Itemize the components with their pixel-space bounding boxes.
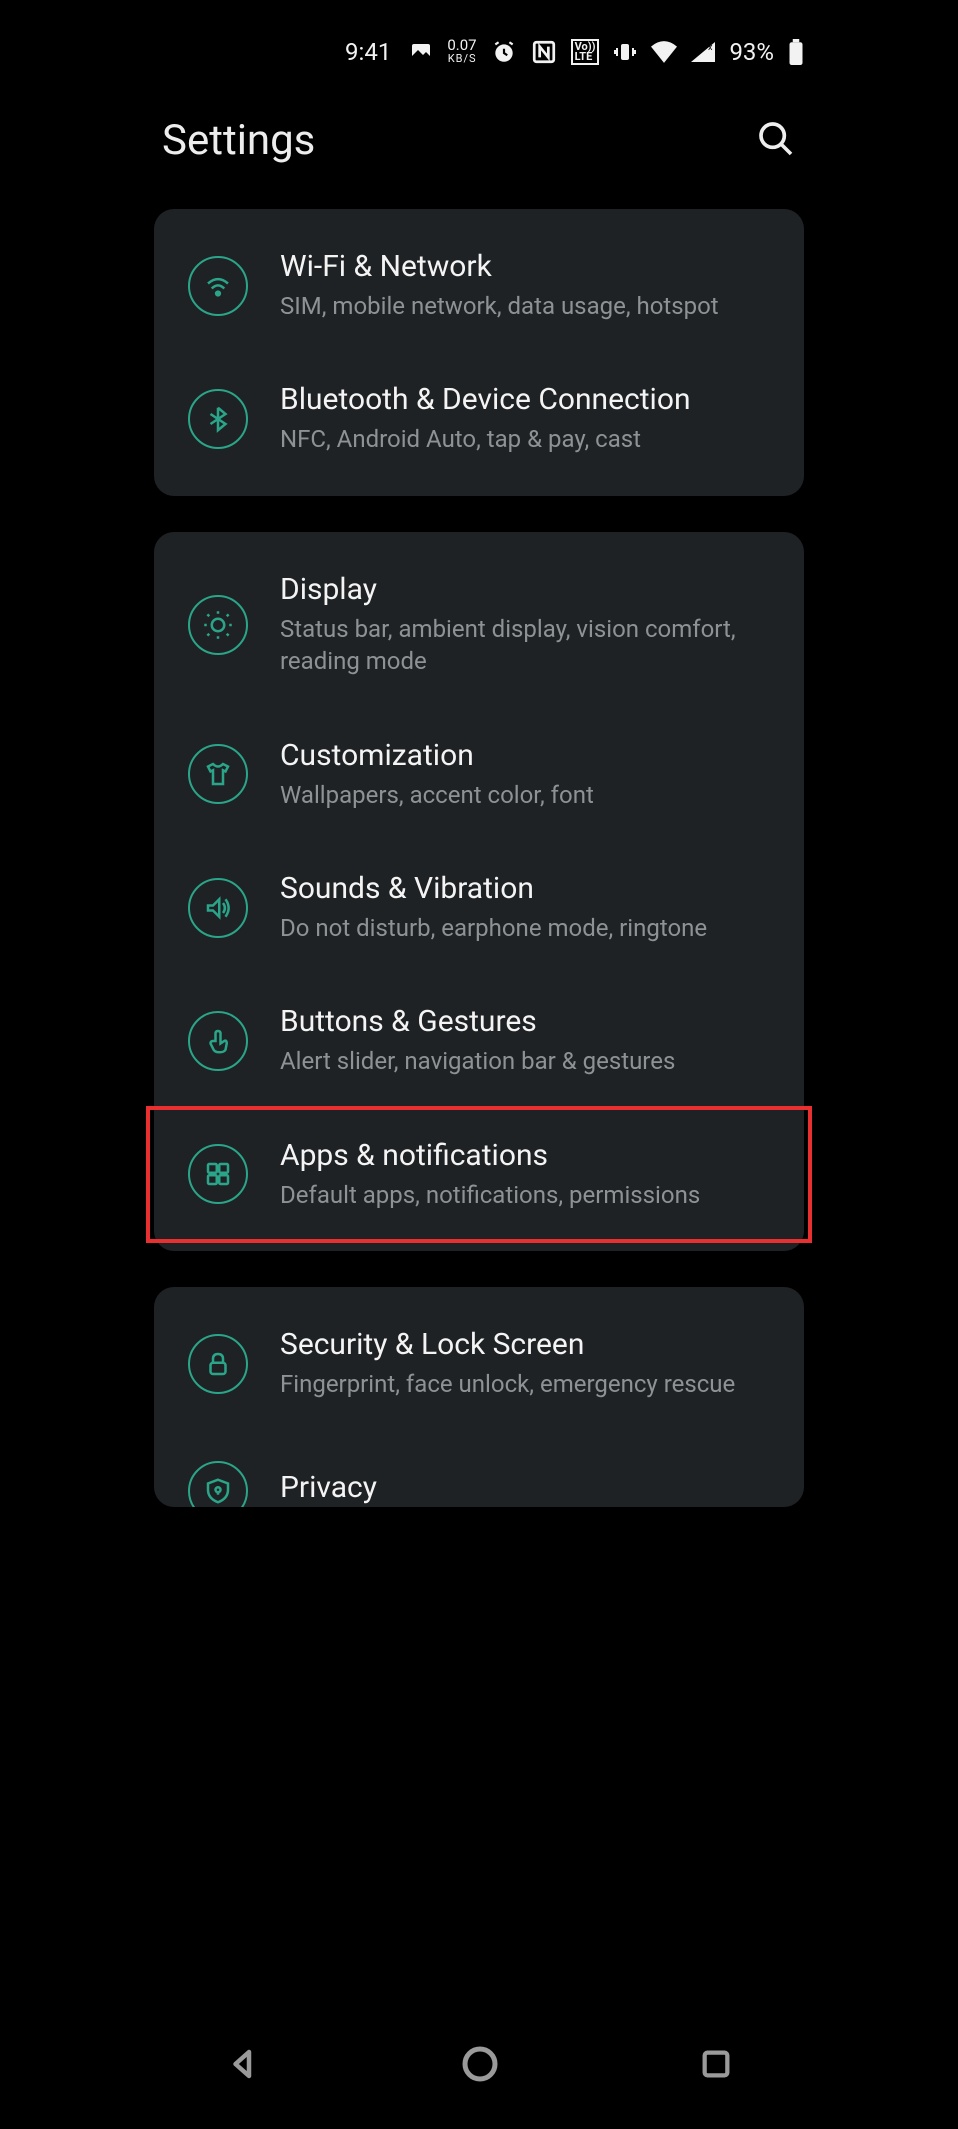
item-title: Security & Lock Screen: [280, 1327, 776, 1362]
vibrate-icon: [613, 40, 637, 64]
settings-group: Security & Lock Screen Fingerprint, face…: [154, 1287, 804, 1507]
settings-item-bluetooth[interactable]: Bluetooth & Device Connection NFC, Andro…: [154, 352, 804, 485]
item-title: Apps & notifications: [280, 1138, 776, 1173]
bluetooth-icon: [188, 389, 248, 449]
picture-icon: [409, 40, 433, 64]
recent-icon: [699, 2047, 733, 2081]
item-title: Wi-Fi & Network: [280, 249, 776, 284]
settings-item-apps[interactable]: Apps & notifications Default apps, notif…: [148, 1108, 810, 1241]
item-title: Sounds & Vibration: [280, 871, 776, 906]
item-title: Display: [280, 572, 776, 607]
gesture-icon: [188, 1011, 248, 1071]
item-subtitle: Fingerprint, face unlock, emergency resc…: [280, 1368, 776, 1400]
nav-home-button[interactable]: [460, 2044, 500, 2088]
search-button[interactable]: [756, 119, 796, 163]
privacy-icon: [188, 1461, 248, 1508]
settings-item-display[interactable]: Display Status bar, ambient display, vis…: [154, 542, 804, 708]
settings-item-security[interactable]: Security & Lock Screen Fingerprint, face…: [154, 1297, 804, 1430]
item-subtitle: Default apps, notifications, permissions: [280, 1179, 776, 1211]
search-icon: [756, 119, 796, 159]
battery-icon: [788, 39, 804, 65]
settings-group: Display Status bar, ambient display, vis…: [154, 532, 804, 1251]
item-title: Bluetooth & Device Connection: [280, 382, 776, 417]
item-title: Privacy: [280, 1470, 776, 1505]
item-title: Buttons & Gestures: [280, 1004, 776, 1039]
network-speed: 0.07 KB/S: [447, 38, 476, 66]
signal-icon: x: [691, 41, 715, 63]
item-subtitle: Status bar, ambient display, vision comf…: [280, 613, 776, 678]
display-icon: [188, 595, 248, 655]
shirt-icon: [188, 744, 248, 804]
nav-recent-button[interactable]: [699, 2047, 733, 2085]
wifi-icon: [188, 256, 248, 316]
nav-back-button[interactable]: [225, 2046, 261, 2086]
status-time: 9:41: [345, 38, 391, 66]
nfc-icon: [531, 39, 557, 65]
volte-icon: Vo)) LTE: [571, 39, 600, 65]
back-icon: [225, 2046, 261, 2082]
battery-percent: 93%: [729, 38, 774, 66]
settings-group: Wi-Fi & Network SIM, mobile network, dat…: [154, 209, 804, 496]
home-icon: [460, 2044, 500, 2084]
item-title: Customization: [280, 738, 776, 773]
settings-item-wifi[interactable]: Wi-Fi & Network SIM, mobile network, dat…: [154, 219, 804, 352]
sound-icon: [188, 878, 248, 938]
item-subtitle: Wallpapers, accent color, font: [280, 779, 776, 811]
item-subtitle: Alert slider, navigation bar & gestures: [280, 1045, 776, 1077]
item-subtitle: SIM, mobile network, data usage, hotspot: [280, 290, 776, 322]
alarm-icon: [491, 39, 517, 65]
settings-item-customization[interactable]: Customization Wallpapers, accent color, …: [154, 708, 804, 841]
apps-icon: [188, 1144, 248, 1204]
settings-header: Settings: [126, 72, 832, 209]
item-subtitle: NFC, Android Auto, tap & pay, cast: [280, 423, 776, 455]
settings-item-buttons[interactable]: Buttons & Gestures Alert slider, navigat…: [154, 974, 804, 1107]
page-title: Settings: [162, 116, 315, 165]
lock-icon: [188, 1334, 248, 1394]
settings-item-sounds[interactable]: Sounds & Vibration Do not disturb, earph…: [154, 841, 804, 974]
status-bar: 9:41 0.07 KB/S Vo)) LTE x 93%: [126, 32, 832, 72]
settings-item-privacy[interactable]: Privacy: [154, 1431, 804, 1508]
wifi-status-icon: [651, 41, 677, 63]
svg-text:x: x: [708, 43, 713, 53]
navigation-bar: [126, 2023, 832, 2109]
item-subtitle: Do not disturb, earphone mode, ringtone: [280, 912, 776, 944]
